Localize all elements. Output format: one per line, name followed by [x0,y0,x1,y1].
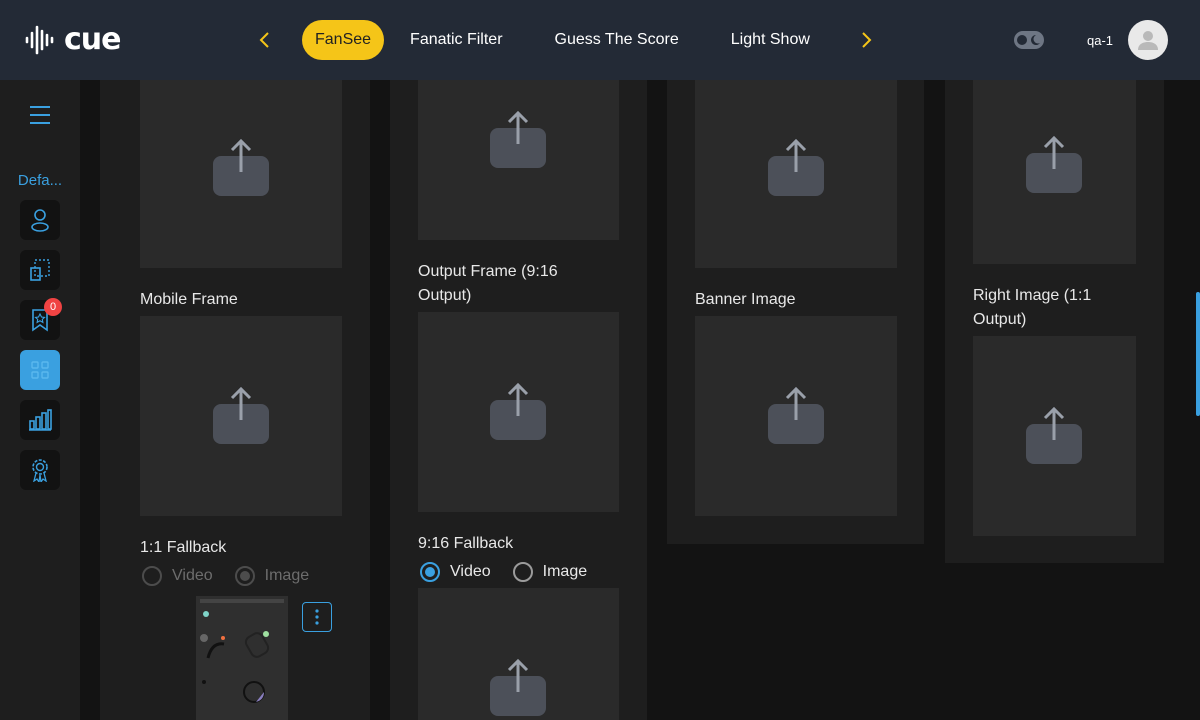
fallback-1-1-label: 1:1 Fallback [140,539,227,556]
radio-label: Image [542,563,588,580]
tab-guess-the-score[interactable]: Guess The Score [542,20,692,60]
tabs-next-button[interactable] [855,28,879,52]
cue-logo[interactable]: cue [24,22,121,57]
radio-label: Video [172,567,213,584]
radio-label: Video [450,563,491,580]
sidebar-item-rewards[interactable] [20,450,60,490]
fallback-1-1-radio-group: Video Image [142,566,331,586]
upload-icon [213,386,269,444]
right-image-upload[interactable] [973,336,1136,536]
logo-text: cue [64,22,121,57]
upload-icon [490,382,546,440]
sidebar-item-layouts[interactable] [20,250,60,290]
right-image-label: Right Image (1:1 Output) [973,287,1092,328]
award-ribbon-icon [32,459,48,482]
top-header: cue FanSee Fanatic Filter Guess The Scor… [0,0,1200,80]
upload-icon [490,110,546,168]
fallback-9-16-image-radio[interactable]: Image [512,562,588,582]
tab-fanatic-filter[interactable]: Fanatic Filter [397,20,515,60]
output-frame-label: Output Frame (9:16 Output) [418,263,558,304]
sidebar-item-analytics[interactable] [20,400,60,440]
user-icon [1138,31,1158,50]
output-frame-upload[interactable] [418,312,619,512]
radio-label: Image [264,567,310,584]
vertical-scrollbar[interactable] [1196,292,1200,416]
fallback-1-1-image-radio[interactable]: Image [234,566,310,586]
upload-icon [490,658,546,716]
banner-image-upload[interactable] [695,316,897,516]
kebab-menu-icon [315,609,319,625]
tabs-prev-button[interactable] [252,28,276,52]
left-sidebar: Defa... 0 [0,80,80,720]
radio-circle [142,566,162,586]
layout-frame-icon [30,259,50,281]
upload-area-top-fourth[interactable] [973,80,1136,264]
fallback-9-16-video-radio[interactable]: Video [420,562,491,582]
fallback-1-1-video-radio[interactable]: Video [142,566,213,586]
hamburger-menu-icon [30,106,50,124]
upload-area-top-third[interactable] [695,80,897,268]
mobile-frame-label: Mobile Frame [140,291,238,308]
sidebar-item-games[interactable] [20,350,60,390]
event-name-label: Defa... [17,172,63,189]
fallback-9-16-radio-group: Video Image [420,562,609,582]
upload-icon [768,138,824,196]
tab-fansee[interactable]: FanSee [302,20,385,60]
radio-circle [420,562,440,582]
image-options-button[interactable] [302,602,332,632]
banner-image-label: Banner Image [695,291,796,308]
upload-icon [213,138,269,196]
game-tabs: FanSee Fanatic Filter Guess The Score Li… [302,20,849,60]
user-name: qa-1 [1087,33,1114,48]
menu-button[interactable] [28,104,52,126]
apps-grid-icon [31,361,49,379]
soundwave-logo-icon [25,25,54,54]
tab-light-show[interactable]: Light Show [718,20,823,60]
theme-toggle[interactable] [1014,31,1044,49]
radio-circle [234,566,255,586]
user-avatar[interactable] [1128,20,1168,60]
fallback-9-16-label: 9:16 Fallback [418,535,514,552]
sidebar-item-profile[interactable] [20,200,60,240]
upload-icon [768,386,824,444]
sidebar-item-saved[interactable]: 0 [20,298,62,340]
phone-screenshot-thumbnail [196,596,288,720]
notification-badge: 0 [44,298,62,316]
upload-icon [1026,135,1082,193]
upload-icon [1026,406,1082,464]
fallback-9-16-upload[interactable] [418,588,619,720]
radio-circle [512,562,533,582]
chevron-right-icon [862,32,872,48]
person-icon [31,209,49,232]
bar-chart-icon [29,409,52,431]
chevron-left-icon [259,32,269,48]
mobile-frame-upload[interactable] [140,316,342,516]
dark-mode-toggle-icon [1014,31,1044,49]
upload-area-top-second[interactable] [418,80,619,240]
fallback-image-preview [196,596,288,720]
upload-area-top-left[interactable] [140,80,342,268]
